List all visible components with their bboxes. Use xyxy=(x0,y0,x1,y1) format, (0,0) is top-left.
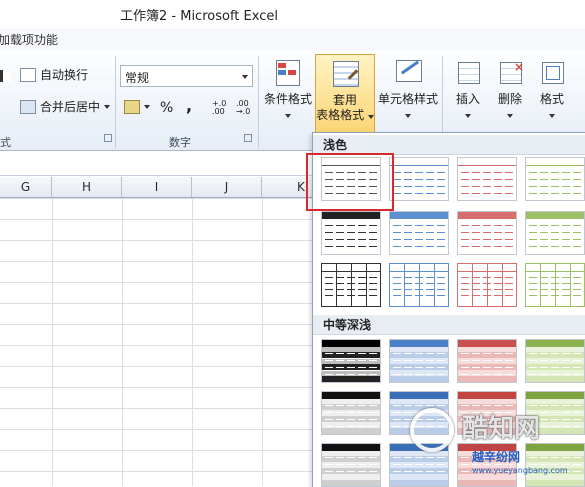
chevron-down-icon xyxy=(367,115,374,119)
table-style-light-3[interactable] xyxy=(457,157,517,201)
chevron-down-icon xyxy=(465,114,471,118)
watermark-brand: 酷知网 xyxy=(462,414,541,444)
cell-styles-label: 单元格样式 xyxy=(378,92,439,106)
chevron-down-icon xyxy=(285,114,291,118)
table-style-light-10[interactable] xyxy=(389,263,449,307)
column-header-k[interactable]: K xyxy=(262,177,312,197)
chevron-down-icon xyxy=(242,75,248,79)
format-label: 格式 xyxy=(539,92,564,106)
worksheet-grid[interactable] xyxy=(0,198,312,486)
percent-button[interactable]: % xyxy=(160,100,173,116)
comma-button[interactable]: , xyxy=(186,96,192,115)
selection-highlight xyxy=(306,153,394,211)
conditional-format-icon xyxy=(272,58,304,88)
watermark: 酷知网 越辛纷网 www.yueyangbang.com xyxy=(410,400,585,486)
watermark-logo-icon xyxy=(410,408,454,452)
table-style-light-7[interactable] xyxy=(457,211,517,255)
delete-cells-icon: × xyxy=(494,58,526,88)
column-header-h[interactable]: H xyxy=(52,177,122,197)
align-group-label: 式 xyxy=(0,136,11,149)
group-separator xyxy=(258,56,259,148)
table-style-light-5[interactable] xyxy=(321,211,381,255)
table-style-light-9[interactable] xyxy=(321,263,381,307)
window-title: 工作簿2 - Microsoft Excel xyxy=(120,9,278,24)
decrease-decimal-button[interactable]: .00 →.0 xyxy=(236,100,254,116)
column-header-g[interactable]: G xyxy=(0,177,52,197)
table-style-medium-1[interactable] xyxy=(321,339,381,383)
merge-center-icon xyxy=(20,99,36,114)
tab-addins[interactable]: 加载项功能 xyxy=(0,31,58,48)
column-header-row: G H I J K xyxy=(0,177,312,198)
insert-cells-icon xyxy=(452,58,484,88)
align-left-icon[interactable] xyxy=(0,70,10,82)
increase-decimal-button[interactable]: +.0 .00 xyxy=(212,100,230,116)
chevron-down-icon xyxy=(405,114,411,118)
format-as-table-button[interactable]: 套用 表格格式 xyxy=(315,54,375,134)
chevron-down-icon[interactable] xyxy=(104,104,111,109)
delete-label: 删除 xyxy=(497,92,522,106)
title-bar: 工作簿2 - Microsoft Excel xyxy=(0,0,585,28)
wrap-text-icon xyxy=(20,67,36,82)
table-style-light-2[interactable] xyxy=(389,157,449,201)
table-style-medium-2[interactable] xyxy=(389,339,449,383)
table-format-icon xyxy=(329,59,361,89)
formula-bar[interactable] xyxy=(0,151,312,176)
watermark-site: 越辛纷网 xyxy=(472,450,521,464)
currency-button[interactable] xyxy=(124,100,150,114)
table-style-medium-9[interactable] xyxy=(321,443,381,487)
chevron-down-icon xyxy=(507,114,513,118)
dialog-launcher-icon[interactable] xyxy=(244,134,252,142)
wrap-text-button[interactable]: 自动换行 xyxy=(20,66,88,83)
number-group-label: 数字 xyxy=(169,136,191,149)
insert-button[interactable]: 插入 xyxy=(448,58,488,122)
insert-label: 插入 xyxy=(455,92,480,106)
wrap-text-label: 自动换行 xyxy=(40,68,89,82)
table-style-medium-3[interactable] xyxy=(457,339,517,383)
conditional-format-button[interactable]: 条件格式 xyxy=(262,58,314,122)
table-style-light-8[interactable] xyxy=(525,211,585,255)
chevron-down-icon xyxy=(144,105,150,109)
column-header-i[interactable]: I xyxy=(122,177,192,197)
column-header-j[interactable]: J xyxy=(192,177,262,197)
number-format-value: 常规 xyxy=(125,71,150,85)
chevron-down-icon xyxy=(549,114,555,118)
table-style-medium-5[interactable] xyxy=(321,391,381,435)
conditional-format-label: 条件格式 xyxy=(263,92,312,106)
section-medium-header: 中等深浅 xyxy=(313,315,585,335)
currency-icon xyxy=(124,100,140,114)
table-format-label-1: 套用 xyxy=(332,93,357,107)
table-format-label-2: 表格格式 xyxy=(316,108,365,122)
delete-button[interactable]: × 删除 xyxy=(490,58,530,122)
section-light-header: 浅色 xyxy=(313,135,585,155)
table-style-medium-4[interactable] xyxy=(525,339,585,383)
format-button[interactable]: 格式 xyxy=(532,58,572,122)
table-style-light-6[interactable] xyxy=(389,211,449,255)
ribbon-tab-row: 加载项功能 xyxy=(0,28,585,51)
format-cells-icon xyxy=(536,58,568,88)
cell-styles-icon xyxy=(392,58,424,88)
number-format-select[interactable]: 常规 xyxy=(120,65,253,87)
table-style-light-11[interactable] xyxy=(457,263,517,307)
dialog-launcher-icon[interactable] xyxy=(104,134,112,142)
cell-styles-button[interactable]: 单元格样式 xyxy=(378,58,438,122)
watermark-url: www.yueyangbang.com xyxy=(472,466,568,475)
merge-center-button[interactable]: 合并后居中 xyxy=(20,98,111,115)
table-style-light-12[interactable] xyxy=(525,263,585,307)
table-style-light-4[interactable] xyxy=(525,157,585,201)
group-separator xyxy=(115,56,116,148)
merge-center-label: 合并后居中 xyxy=(40,100,101,114)
